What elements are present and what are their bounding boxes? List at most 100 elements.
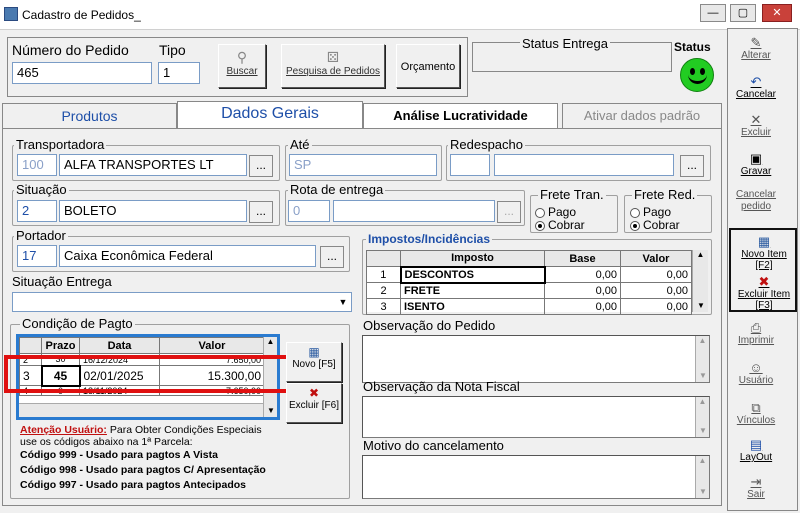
tab-dados-gerais[interactable]: Dados Gerais [177,101,363,129]
situacao-name[interactable]: BOLETO [59,200,247,222]
impostos-scrollbar[interactable]: ▲ ▼ [692,250,708,312]
portador-label: Portador [14,228,68,243]
sidebar-item-excluir[interactable]: ✕ Excluir [731,110,781,148]
maximize-button[interactable]: ▢ [730,4,756,22]
sidebar-item-vinculos[interactable]: ⧉ Vínculos [731,398,781,436]
binoculars-icon: ⚲ [236,49,248,65]
highlight-box [4,355,304,393]
search-icon: ⚄ [326,49,340,65]
transportadora-name[interactable]: ALFA TRANSPORTES LT [59,154,247,176]
numero-label: Número do Pedido [12,42,129,58]
minimize-button[interactable]: — [700,4,726,22]
sidebar-item-layout[interactable]: ▤ LayOut [731,435,781,473]
link-icon: ⧉ [751,400,761,415]
status-smiley-icon [680,58,714,92]
situacao-entrega-label: Situação Entrega [12,274,112,289]
frete-tran-pago-radio[interactable]: Pago [535,205,576,219]
frete-red-pago-radio[interactable]: Pago [630,205,671,219]
redespacho-name[interactable] [494,154,674,176]
portador-lookup-button[interactable]: ... [320,246,344,268]
sidebar-item-novo-item[interactable]: ▦ Novo Item [F2] [733,232,795,272]
codigo-998-line: Código 998 - Usado para pagtos C/ Aprese… [20,464,266,476]
tab-produtos[interactable]: Produtos [2,103,177,129]
observacao-nf-label: Observação da Nota Fiscal [363,379,520,394]
close-icon: ✕ [750,112,762,127]
redespacho-label: Redespacho [448,137,525,152]
frete-red-label: Frete Red. [632,187,698,202]
scroll-down-icon[interactable]: ▼ [264,406,278,415]
close-button[interactable]: ✕ [762,4,792,22]
sidebar-item-usuario[interactable]: ☺ Usuário [731,358,781,396]
situacao-label: Situação [14,182,69,197]
portador-code[interactable]: 17 [17,245,57,267]
tab-ativar-dados-padrao[interactable]: Ativar dados padrão [562,103,722,129]
numero-pedido-input[interactable]: 465 [12,62,152,84]
situacao-lookup-button[interactable]: ... [249,201,273,223]
table-row[interactable]: 3 ISENTO 0,00 0,00 [366,298,692,315]
excluir-parcela-button[interactable]: ✖ Excluir [F6] [286,383,342,423]
condicao-label: Condição de Pagto [20,316,135,331]
tipo-label: Tipo [159,42,186,58]
condicao-hscrollbar[interactable] [19,403,263,417]
undo-icon: ↶ [750,74,762,89]
tab-analise-lucratividade[interactable]: Análise Lucratividade [363,103,558,129]
sidebar-item-cancelar[interactable]: ↶ Cancelar [731,72,781,110]
sidebar-item-gravar[interactable]: ▣ Gravar [731,149,781,187]
orcamento-button[interactable]: Orçamento [396,44,460,88]
redespacho-lookup-button[interactable]: ... [680,155,704,177]
novo-parcela-button[interactable]: ▦ Novo [F5] [286,342,342,382]
edit-icon: ✎ [750,35,762,50]
rota-label: Rota de entrega [288,182,386,197]
buscar-button[interactable]: ⚲ Buscar [218,44,266,88]
tipo-input[interactable]: 1 [158,62,200,84]
scroll-down-icon[interactable]: ▼ [693,301,709,310]
impostos-label: Impostos/Incidências [366,232,493,246]
situacao-entrega-select[interactable] [12,292,352,312]
sidebar-item-excluir-item[interactable]: ✖ Excluir Item [F3] [733,272,795,312]
rota-code[interactable]: 0 [288,200,330,222]
printer-icon: ⎙ [750,320,762,335]
scroll-up-icon[interactable]: ▲ [693,250,708,259]
rota-name[interactable] [333,200,495,222]
ate-label: Até [288,137,312,152]
transportadora-label: Transportadora [14,137,107,152]
table-row[interactable]: 1 DESCONTOS 0,00 0,00 [366,265,692,284]
scroll-up-icon[interactable]: ▲ [264,337,277,346]
observacao-pedido-textarea[interactable]: ▲ ▼ [362,335,710,383]
chevron-down-icon[interactable]: ▼ [336,294,350,310]
ate-input[interactable]: SP [289,154,437,176]
exit-icon: ⇥ [750,474,762,489]
rota-lookup-button[interactable]: ... [497,201,521,223]
transportadora-lookup-button[interactable]: ... [249,155,273,177]
grid-icon: ▦ [308,345,320,359]
sidebar-item-sair[interactable]: ⇥ Sair [731,472,781,510]
delete-icon: ✖ [758,274,770,289]
sidebar-item-cancelar-pedido[interactable]: Cancelar pedido [731,189,781,227]
sidebar-item-imprimir[interactable]: ⎙ Imprimir [731,318,781,356]
observacao-pedido-scrollbar[interactable]: ▲ ▼ [695,336,709,382]
title-bar: Cadastro de Pedidos_ — ▢ ✕ [0,0,800,30]
app-icon [4,7,18,21]
observacao-pedido-label: Observação do Pedido [363,318,496,333]
pesquisa-pedidos-button[interactable]: ⚄ Pesquisa de Pedidos [281,44,385,88]
redespacho-code[interactable] [450,154,490,176]
codigo-997-line: Código 997 - Usado para pagtos Antecipad… [20,479,246,491]
status-label: Status [674,40,711,54]
frete-red-cobrar-radio[interactable]: Cobrar [630,218,680,232]
observacao-nf-textarea[interactable]: ▲ ▼ [362,396,710,438]
motivo-scrollbar[interactable]: ▲ ▼ [695,456,709,498]
atencao-text: use os códigos abaixo na 1ª Parcela: [20,436,193,448]
situacao-code[interactable]: 2 [17,200,57,222]
codigo-999-line: Código 999 - Usado para pagtos A Vista [20,449,218,461]
header-panel: Número do Pedido 465 Tipo 1 ⚲ Buscar ⚄ P… [7,37,468,97]
sidebar-item-alterar[interactable]: ✎ Alterar [731,33,781,71]
impostos-table[interactable]: Imposto Base Valor 1 DESCONTOS 0,00 0,00 2 FRE… [366,250,708,315]
motivo-label: Motivo do cancelamento [363,438,504,453]
transportadora-code[interactable]: 100 [17,154,57,176]
frete-tran-cobrar-radio[interactable]: Cobrar [535,218,585,232]
table-row[interactable]: 2 FRETE 0,00 0,00 [366,282,692,299]
save-icon: ▣ [749,151,763,166]
portador-name[interactable]: Caixa Econômica Federal [59,245,316,267]
motivo-textarea[interactable]: ▲ ▼ [362,455,710,499]
observacao-nf-scrollbar[interactable]: ▲ ▼ [695,397,709,437]
